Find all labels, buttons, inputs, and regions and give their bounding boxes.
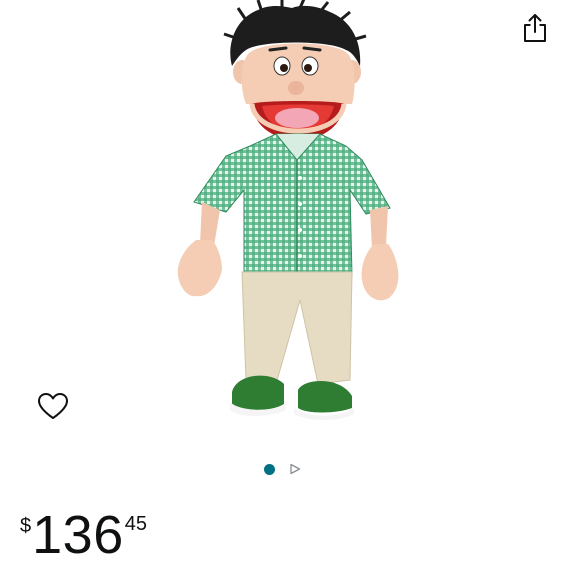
price-fraction: 45 <box>124 513 147 535</box>
product-image[interactable] <box>150 0 440 435</box>
carousel-dot-active[interactable] <box>264 463 275 475</box>
share-button[interactable] <box>518 10 552 46</box>
price-whole: 136 <box>32 505 124 565</box>
play-outline-icon <box>290 463 301 475</box>
share-icon <box>524 14 546 42</box>
image-carousel-indicator <box>264 460 301 478</box>
heart-outline-icon <box>38 393 68 419</box>
product-price: $ 136 45 <box>20 508 147 562</box>
puppet-illustration <box>177 0 399 420</box>
wishlist-button[interactable] <box>36 390 70 422</box>
price-currency-symbol: $ <box>20 515 32 537</box>
carousel-video-dot[interactable] <box>289 463 301 475</box>
